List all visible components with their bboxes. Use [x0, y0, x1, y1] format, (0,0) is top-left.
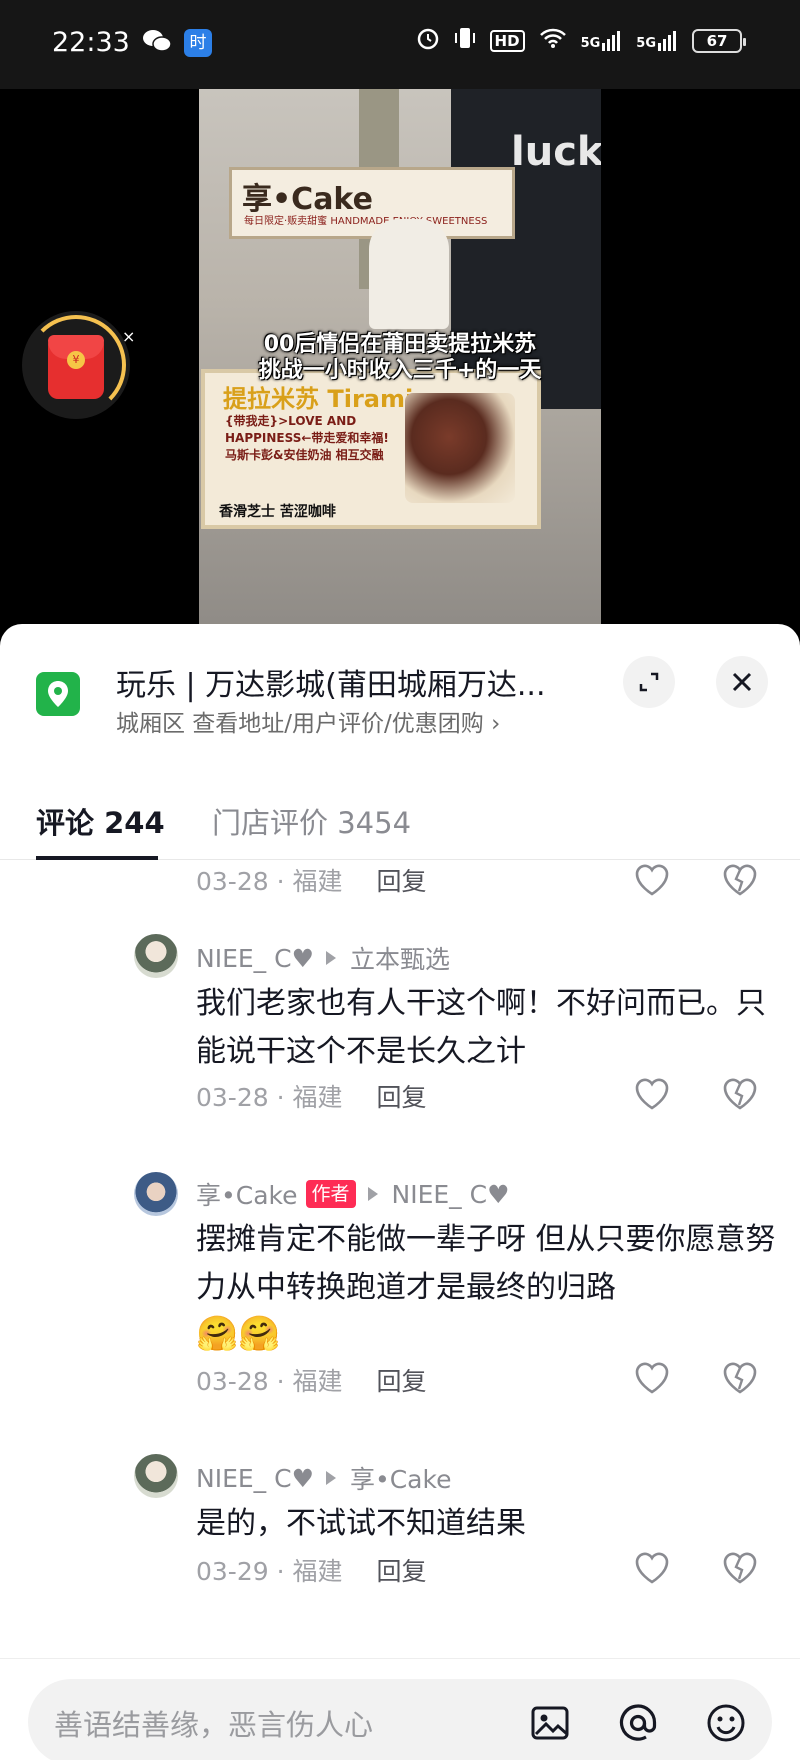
at-mention-icon[interactable] — [616, 1701, 660, 1745]
status-bar: 22:33 时 HD 5G 5G 67 — [0, 0, 800, 89]
comment-author[interactable]: NIEE_ C♥ — [196, 1464, 314, 1493]
shop-sign: 享•Cake 每日限定·贩卖甜蜜 HANDMADE ENJOY SWEETNES… — [229, 167, 515, 239]
dislike-icon[interactable] — [720, 1358, 760, 1398]
wifi-icon — [539, 27, 567, 54]
video-player[interactable]: lucki 享•Cake 每日限定·贩卖甜蜜 HANDMADE ENJOY SW… — [0, 89, 800, 629]
comment-list[interactable]: 03-28 · 福建 回复 NIEE_ C♥ 立本甄选 我们老家也有人干这个啊！不… — [0, 860, 800, 1658]
avatar[interactable] — [134, 1172, 178, 1216]
comment-text: 是的，不试试不知道结果 — [196, 1506, 526, 1541]
avatar[interactable] — [134, 1454, 178, 1498]
author-badge: 作者 — [305, 1180, 356, 1208]
dislike-icon[interactable] — [720, 1074, 760, 1114]
reply-button[interactable]: 回复 — [377, 867, 427, 896]
expand-button[interactable] — [623, 656, 675, 708]
reply-button[interactable]: 回复 — [377, 1367, 427, 1396]
location-pin-icon — [36, 672, 80, 716]
signal-2: 5G — [636, 30, 678, 51]
vibrate-icon — [454, 26, 476, 55]
video-subtitle-line1: 00后情侣在莆田卖提拉米苏 — [263, 332, 537, 357]
like-icon[interactable] — [632, 1074, 672, 1114]
comment-header: NIEE_ C♥ 立本甄选 — [196, 940, 450, 976]
reply-button[interactable]: 回复 — [377, 1557, 427, 1586]
poi-subtitle[interactable]: 城厢区 查看地址/用户评价/优惠团购 › — [116, 704, 500, 738]
comment-header: 享•Cake 作者 NIEE_ C♥ — [196, 1176, 510, 1212]
status-left-icons: 时 — [142, 28, 212, 58]
tab-bar: 评论 244 门店评价 3454 — [0, 774, 800, 860]
comment-author[interactable]: NIEE_ C♥ — [196, 944, 314, 973]
comment-input-placeholder[interactable]: 善语结善缘，恶言伤人心 — [54, 1702, 373, 1744]
hd-label: HD — [489, 29, 525, 52]
tab-comments[interactable]: 评论 244 — [36, 800, 165, 842]
battery-indicator: 67 — [692, 28, 746, 53]
like-icon[interactable] — [632, 860, 672, 900]
comment-meta: 03-28 · 福建 回复 — [196, 1083, 427, 1112]
red-packet-close-icon[interactable]: × — [122, 327, 135, 346]
like-icon[interactable] — [632, 1548, 672, 1588]
poi-header[interactable]: 玩乐 | 万达影城(莆田城厢万达... 城厢区 查看地址/用户评价/优惠团购 › — [0, 624, 800, 754]
app-badge-icon: 时 — [184, 29, 212, 57]
comment-text: 我们老家也有人干这个啊！不好问而已。只能说干这个不是长久之计 — [196, 986, 766, 1069]
expand-icon — [639, 672, 659, 692]
tab-store-reviews[interactable]: 门店评价 3454 — [212, 800, 411, 842]
reply-arrow-icon — [325, 1471, 336, 1485]
wechat-icon — [142, 28, 172, 58]
dislike-icon[interactable] — [720, 1548, 760, 1588]
hug-emoji: 🤗🤗 — [196, 1314, 281, 1354]
status-right-icons: HD 5G 5G 67 — [416, 26, 746, 55]
red-envelope-icon: ¥ — [48, 335, 104, 399]
reply-arrow-icon — [367, 1187, 378, 1201]
comment-input-bar: 善语结善缘，恶言伤人心 — [0, 1658, 800, 1760]
reply-to-name[interactable]: 立本甄选 — [350, 940, 450, 976]
video-subtitle-line2: 挑战一小时收入三千+的一天 — [258, 358, 542, 383]
alarm-icon — [416, 26, 440, 55]
close-icon — [732, 672, 752, 692]
emoji-icon[interactable] — [704, 1701, 748, 1745]
poi-title[interactable]: 玩乐 | 万达影城(莆田城厢万达... — [116, 660, 546, 704]
comment-text: 摆摊肯定不能做一辈子呀 但从只要你愿意努力从中转换跑道才是最终的归路 🤗🤗 — [196, 1222, 776, 1354]
reply-arrow-icon — [325, 951, 336, 965]
comment-meta: 03-28 · 福建 回复 — [196, 1367, 427, 1396]
vendor-figure — [369, 219, 449, 329]
comment-meta: 03-29 · 福建 回复 — [196, 1557, 427, 1586]
like-icon[interactable] — [632, 1358, 672, 1398]
comment-sheet: 玩乐 | 万达影城(莆田城厢万达... 城厢区 查看地址/用户评价/优惠团购 ›… — [0, 624, 800, 1760]
comment-meta: 03-28 · 福建 回复 — [196, 867, 427, 896]
reply-to-name[interactable]: 享•Cake — [350, 1460, 452, 1496]
dislike-icon[interactable] — [720, 860, 760, 900]
comment-header: NIEE_ C♥ 享•Cake — [196, 1460, 451, 1496]
video-frame: lucki 享•Cake 每日限定·贩卖甜蜜 HANDMADE ENJOY SW… — [199, 89, 601, 629]
signal-1: 5G — [581, 30, 623, 51]
comment-author[interactable]: 享•Cake — [196, 1176, 298, 1212]
red-packet-widget[interactable]: ¥ — [22, 311, 130, 419]
avatar[interactable] — [134, 934, 178, 978]
tiramisu-image — [405, 393, 515, 503]
reply-button[interactable]: 回复 — [377, 1083, 427, 1112]
image-icon[interactable] — [528, 1701, 572, 1745]
dessert-cart: 提拉米苏 Tiramisu {带我走}>LOVE AND HAPPINESS←带… — [201, 369, 541, 529]
status-time: 22:33 — [52, 27, 130, 58]
close-button[interactable] — [716, 656, 768, 708]
reply-to-name[interactable]: NIEE_ C♥ — [392, 1180, 510, 1209]
